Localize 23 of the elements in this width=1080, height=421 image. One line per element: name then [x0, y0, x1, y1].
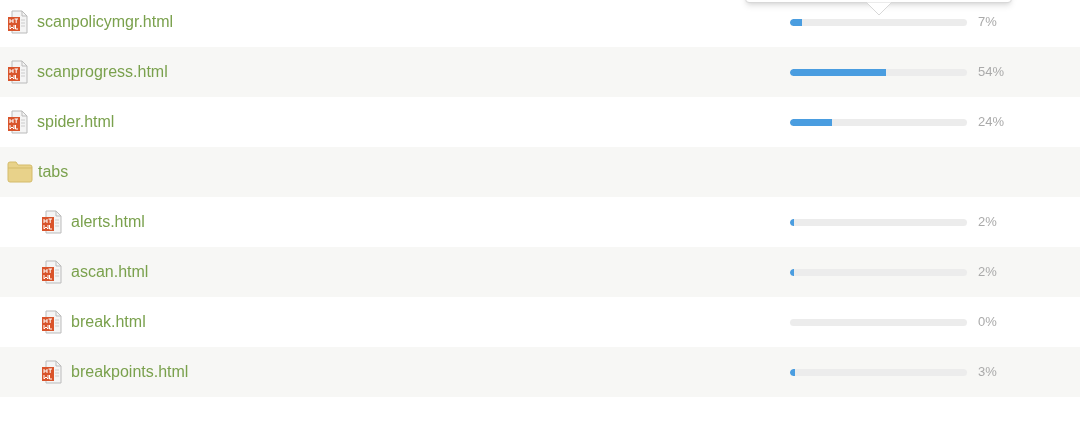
html-file-icon [7, 60, 29, 84]
file-name[interactable]: ascan.html [71, 260, 149, 284]
html-file-icon [7, 10, 29, 34]
html-file-icon [41, 260, 63, 284]
percent-label: 2% [978, 263, 997, 282]
html-file-icon [41, 360, 63, 384]
percent-label: 3% [978, 363, 997, 382]
percent-label: 7% [978, 13, 997, 32]
percent-label: 0% [978, 313, 997, 332]
percent-label: 2% [978, 213, 997, 232]
html-file-icon [41, 210, 63, 234]
file-name[interactable]: scanpolicymgr.html [37, 10, 174, 34]
file-name[interactable]: breakpoints.html [71, 360, 189, 384]
folder-name[interactable]: tabs [38, 160, 69, 184]
file-name[interactable]: alerts.html [71, 210, 145, 234]
folder-icon [7, 161, 33, 183]
html-file-icon [7, 110, 29, 134]
html-file-icon [41, 310, 63, 334]
percent-label: 54% [978, 63, 1005, 82]
file-name[interactable]: spider.html [37, 110, 115, 134]
file-name[interactable]: scanprogress.html [37, 60, 168, 84]
percent-label: 24% [978, 113, 1005, 132]
file-name[interactable]: break.html [71, 310, 146, 334]
